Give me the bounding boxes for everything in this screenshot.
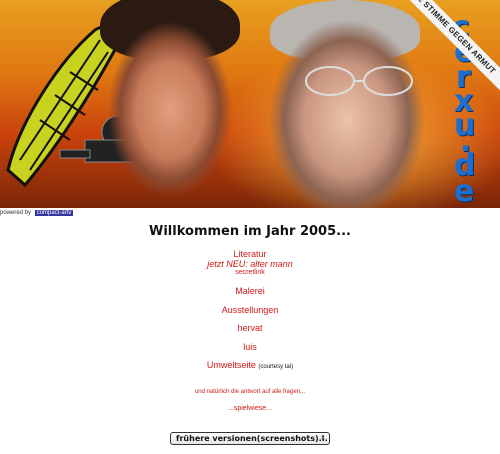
nav-ausstellungen: Ausstellungen [0,305,500,315]
nav-malerei: Malerei [0,286,500,296]
person-left-face [95,0,245,208]
malerei-link[interactable]: Malerei [235,286,265,296]
nav-spielwiese: ...spielwiese... [0,405,500,412]
header-banner: c e r x u . d e DEINE STIMME GEGEN ARMUT [0,0,500,208]
courtesy-note: (courtesy tai) [258,364,294,370]
glasses-illustration [305,66,413,96]
secretlink-link[interactable]: secretlink [235,269,265,276]
ausstellungen-link[interactable]: Ausstellungen [222,305,279,315]
powered-by-label: powered by [0,210,32,216]
nav-luis: luis [0,342,500,352]
hervat-link[interactable]: hervat [237,323,262,333]
alter-mann-link[interactable]: alter mann [250,259,293,269]
nav-secretlink: secretlink [0,269,500,276]
jetzt-neu-link[interactable]: jetzt NEU: [207,259,248,269]
nav-literatur: Literatur [0,249,500,259]
literatur-link[interactable]: Literatur [233,249,266,259]
person-right-face [262,10,430,208]
nav-antwort: und natürlich die antwort auf alle frage… [0,389,500,395]
nav-hervat: hervat [0,323,500,333]
spielwiese-link[interactable]: ...spielwiese... [228,405,272,412]
site-title-letter: e [454,174,475,208]
umweltseite-link[interactable]: Umweltseite [207,360,256,370]
nav-new-item: jetzt NEU: alter mann [0,259,500,269]
page-title: Willkommen im Jahr 2005... [149,224,351,239]
versions-select[interactable]: frühere versionen(screenshots)... ⇕ [170,432,330,445]
nav-umweltseite: Umweltseite (courtesy tai) [0,360,500,370]
antwort-link[interactable]: und natürlich die antwort auf alle frage… [195,389,305,395]
powered-by-link[interactable]: compact-artv [34,210,74,216]
versions-select-value: frühere versionen(screenshots)... [176,434,328,443]
select-arrows-icon: ⇕ [320,434,326,442]
powered-by: powered by compact-artv [0,209,74,217]
luis-link[interactable]: luis [243,342,257,352]
